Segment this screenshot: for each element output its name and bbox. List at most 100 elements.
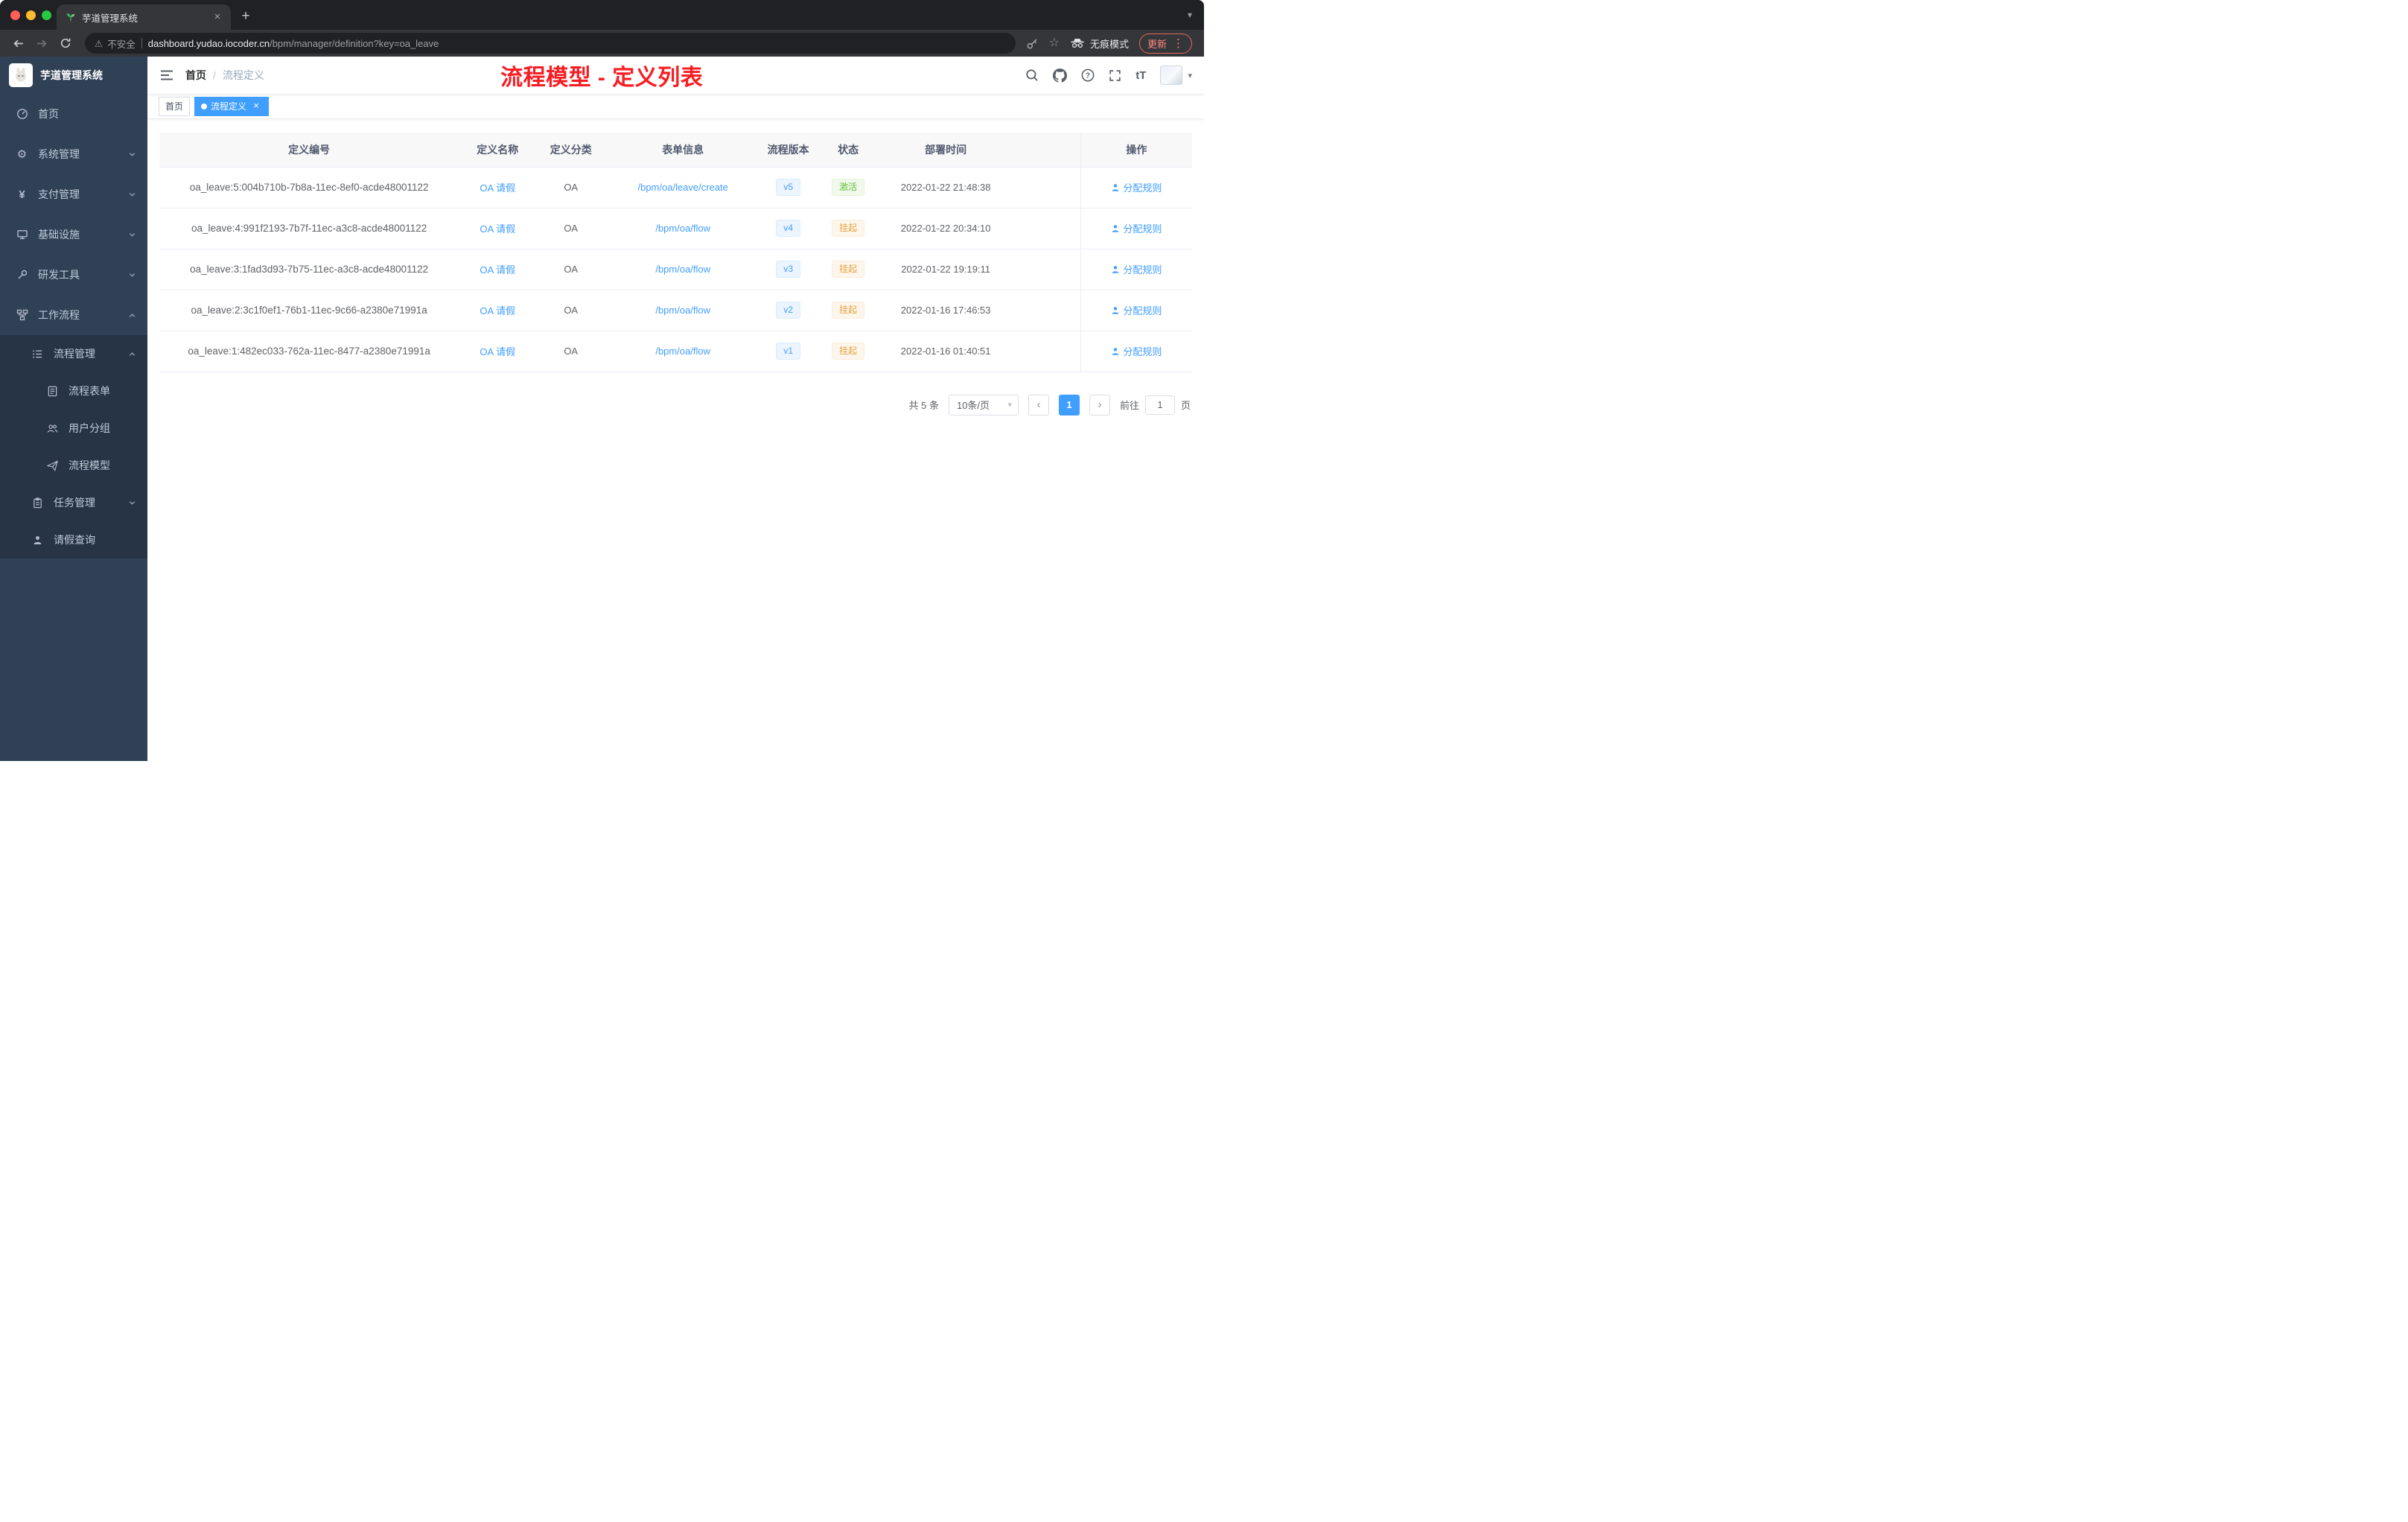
paper-plane-icon	[46, 459, 59, 471]
form-info-link[interactable]: /bpm/oa/flow	[655, 346, 710, 357]
sidebar-item-process-form[interactable]: 流程表单	[0, 372, 147, 410]
cell-version: v4	[760, 208, 817, 249]
cell-category: OA	[536, 208, 606, 249]
tab-search-icon[interactable]: ▾	[1188, 10, 1192, 20]
tag-close-icon[interactable]: ×	[250, 100, 262, 112]
cell-deploy-time: 2022-01-22 21:48:38	[880, 167, 1012, 208]
browser-tab[interactable]: 芋道管理系统 ×	[57, 4, 231, 30]
assign-rule-link[interactable]: 分配规则	[1111, 221, 1162, 235]
version-badge: v1	[776, 343, 800, 360]
yen-icon: ¥	[19, 188, 25, 201]
tag-process-definition[interactable]: 流程定义 ×	[194, 96, 270, 116]
browser-update-chip[interactable]: 更新 ⋮	[1138, 33, 1192, 54]
browser-menu-kebab-icon[interactable]: ⋮	[1173, 38, 1184, 49]
cell-definition-id: oa_leave:2:3c1f0ef1-76b1-11ec-9c66-a2380…	[159, 290, 459, 331]
page: 芋道管理系统 首页 ⚙ 系统管理 ¥ 支付管理 基础设施 研发工具 工作流程 流…	[0, 57, 1204, 761]
definition-name-link[interactable]: OA 请假	[480, 223, 515, 235]
page-size-select[interactable]: 10条/页 ▾	[948, 394, 1019, 415]
assign-rule-link[interactable]: 分配规则	[1111, 344, 1162, 358]
hamburger-icon[interactable]	[159, 68, 174, 83]
form-info-link[interactable]: /bpm/oa/flow	[655, 264, 710, 275]
reload-button[interactable]	[55, 33, 76, 54]
security-label: 不安全	[107, 39, 136, 50]
sidebar-item-process-management[interactable]: 流程管理	[0, 335, 147, 372]
assign-rule-link[interactable]: 分配规则	[1111, 180, 1162, 194]
cell-definition-name: OA 请假	[459, 249, 537, 290]
search-icon[interactable]	[1025, 69, 1039, 82]
tags-view: 首页 流程定义 ×	[147, 94, 1204, 119]
version-badge: v4	[776, 220, 800, 237]
cell-status: 挂起	[816, 290, 881, 331]
sidebar-item-user-group[interactable]: 用户分组	[0, 410, 147, 447]
forward-button[interactable]	[31, 33, 52, 54]
definition-name-link[interactable]: OA 请假	[480, 305, 515, 316]
breadcrumb-home[interactable]: 首页	[185, 68, 206, 83]
sidebar-item-process-model[interactable]: 流程模型	[0, 447, 147, 484]
new-tab-button[interactable]: +	[235, 6, 256, 27]
window-zoom-button[interactable]	[42, 10, 51, 20]
browser-window: 芋道管理系统 × + ▾ ⚠ 不安全 dashboard.yudao.iocod…	[0, 0, 1204, 761]
cell-deploy-time: 2022-01-22 19:19:11	[880, 249, 1012, 290]
cell-definition-id: oa_leave:3:1fad3d93-7b75-11ec-a3c8-acde4…	[159, 249, 459, 290]
window-close-button[interactable]	[10, 10, 20, 20]
sidebar-item-devtools[interactable]: 研发工具	[0, 255, 147, 295]
col-definition-category: 定义分类	[536, 133, 606, 168]
col-deploy-time: 部署时间	[880, 133, 1012, 168]
cell-version: v1	[760, 331, 817, 372]
help-icon[interactable]: ?	[1081, 69, 1095, 82]
user-icon	[1112, 347, 1119, 355]
sidebar-item-task-management[interactable]: 任务管理	[0, 484, 147, 521]
form-info-link[interactable]: /bpm/oa/leave/create	[637, 182, 727, 193]
cell-operations: 分配规则	[1080, 249, 1192, 290]
fullscreen-icon[interactable]	[1109, 69, 1121, 82]
cell-version: v5	[760, 167, 817, 208]
assign-rule-link[interactable]: 分配规则	[1111, 303, 1162, 317]
form-info-link[interactable]: /bpm/oa/flow	[655, 223, 710, 234]
sidebar-item-label: 任务管理	[54, 497, 95, 509]
page-number-button[interactable]: 1	[1058, 394, 1080, 415]
sidebar-item-infrastructure[interactable]: 基础设施	[0, 214, 147, 255]
dashboard-icon	[16, 108, 28, 120]
password-key-icon[interactable]	[1026, 37, 1039, 50]
text-size-icon[interactable]: tT	[1135, 69, 1146, 82]
prev-page-button[interactable]: ‹	[1028, 394, 1049, 415]
cell-filler	[1011, 167, 1081, 208]
definition-name-link[interactable]: OA 请假	[480, 346, 515, 357]
clipboard-icon	[31, 497, 44, 509]
user-menu[interactable]: ▾	[1160, 66, 1192, 85]
bookmark-star-icon[interactable]: ☆	[1049, 37, 1060, 49]
user-icon	[1112, 265, 1119, 273]
back-button[interactable]	[7, 33, 28, 54]
next-page-button[interactable]: ›	[1089, 394, 1110, 415]
sidebar-item-workflow[interactable]: 工作流程	[0, 295, 147, 335]
cell-status: 激活	[816, 167, 881, 208]
definition-name-link[interactable]: OA 请假	[480, 182, 515, 194]
definition-table: 定义编号 定义名称 定义分类 表单信息 流程版本 状态 部署时间 操作 oa_l…	[159, 133, 1192, 372]
chevron-up-icon	[128, 350, 136, 358]
tab-close-icon[interactable]: ×	[211, 11, 223, 23]
assign-rule-link[interactable]: 分配规则	[1111, 262, 1162, 276]
definition-name-link[interactable]: OA 请假	[480, 264, 515, 276]
github-icon[interactable]	[1053, 68, 1068, 83]
cell-form-info: /bpm/oa/flow	[605, 290, 761, 331]
goto-unit: 页	[1180, 400, 1191, 411]
cell-definition-id: oa_leave:1:482ec033-762a-11ec-8477-a2380…	[159, 331, 459, 372]
sidebar-item-home[interactable]: 首页	[0, 94, 147, 134]
security-indicator[interactable]: ⚠ 不安全	[95, 36, 136, 51]
col-form-info: 表单信息	[605, 133, 761, 168]
sidebar-item-system[interactable]: ⚙ 系统管理	[0, 134, 147, 174]
cell-version: v2	[760, 290, 817, 331]
tag-home[interactable]: 首页	[159, 96, 191, 116]
cell-deploy-time: 2022-01-16 01:40:51	[880, 331, 1012, 372]
version-badge: v3	[776, 261, 800, 278]
sidebar-item-payment[interactable]: ¥ 支付管理	[0, 174, 147, 214]
goto-page-input[interactable]	[1144, 395, 1175, 415]
url-bar[interactable]: ⚠ 不安全 dashboard.yudao.iocoder.cn/bpm/man…	[85, 33, 1016, 54]
form-info-link[interactable]: /bpm/oa/flow	[655, 305, 710, 316]
warning-icon: ⚠	[95, 38, 103, 49]
app-logo-row[interactable]: 芋道管理系统	[0, 57, 147, 94]
window-minimize-button[interactable]	[26, 10, 36, 20]
sidebar-item-leave-query[interactable]: 请假查询	[0, 521, 147, 558]
total-count: 共 5 条	[908, 400, 939, 411]
gear-icon: ⚙	[16, 148, 28, 161]
